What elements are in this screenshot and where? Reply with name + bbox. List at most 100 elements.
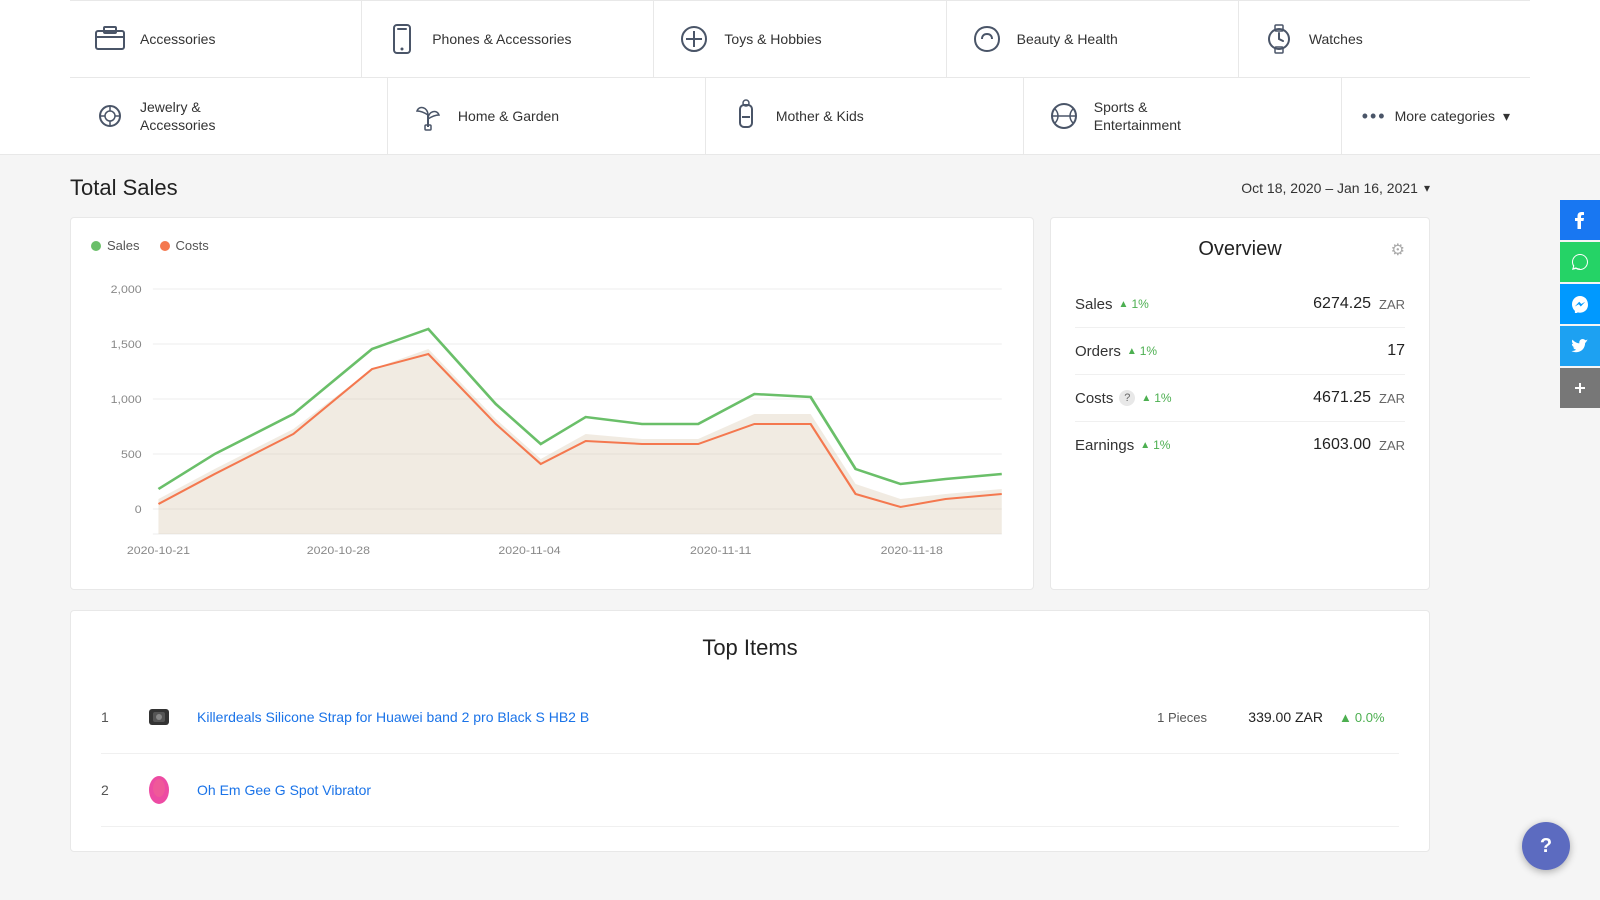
legend-costs-label: Costs xyxy=(176,238,209,253)
mother-icon xyxy=(726,96,766,136)
social-sidebar xyxy=(1560,200,1600,408)
svg-text:1,000: 1,000 xyxy=(111,394,142,406)
overview-costs-right: 4671.25 ZAR xyxy=(1313,389,1405,407)
garden-label: Home & Garden xyxy=(458,107,559,125)
sports-label: Sports &Entertainment xyxy=(1094,98,1181,134)
item-name[interactable]: Killerdeals Silicone Strap for Huawei ba… xyxy=(197,709,1111,725)
category-sports[interactable]: Sports &Entertainment xyxy=(1024,78,1342,154)
orders-trend: ▲ 1% xyxy=(1127,344,1157,358)
item-pieces: 1 Pieces xyxy=(1127,710,1207,725)
beauty-label: Beauty & Health xyxy=(1017,30,1118,48)
sports-icon xyxy=(1044,96,1084,136)
watches-label: Watches xyxy=(1309,30,1363,48)
item-change-arrow: ▲ xyxy=(1339,710,1352,725)
overview-card: Overview ⚙ Sales ▲ 1% 6274.25 ZAR xyxy=(1050,217,1430,590)
top-item-row: 2 Oh Em Gee G Spot Vibrator xyxy=(101,754,1399,827)
chart-legend: Sales Costs xyxy=(91,238,1013,253)
top-item-row: 1 Killerdeals Silicone Strap for Huawei … xyxy=(101,681,1399,754)
svg-text:0: 0 xyxy=(135,504,142,516)
sales-chart-card: Sales Costs 2,000 1 xyxy=(70,217,1034,590)
help-button[interactable]: ? xyxy=(1522,822,1570,870)
category-watches[interactable]: Watches xyxy=(1239,1,1530,77)
category-phones[interactable]: Phones & Accessories xyxy=(362,1,654,77)
svg-text:2020-10-21: 2020-10-21 xyxy=(127,545,190,557)
overview-row-costs: Costs ? ▲ 1% 4671.25 ZAR xyxy=(1075,375,1405,422)
top-items-title: Top Items xyxy=(101,635,1399,661)
legend-sales-label: Sales xyxy=(107,238,140,253)
svg-text:2,000: 2,000 xyxy=(111,284,142,296)
top-items-card: Top Items 1 Killerdeals Silicone Strap f… xyxy=(70,610,1430,852)
overview-row-orders: Orders ▲ 1% 17 xyxy=(1075,328,1405,375)
categories-bar: Accessories Phones & Accessories Toys & … xyxy=(0,0,1600,155)
date-range-text: Oct 18, 2020 – Jan 16, 2021 xyxy=(1241,180,1418,196)
item-rank: 2 xyxy=(101,782,121,798)
category-accessories[interactable]: Accessories xyxy=(70,1,362,77)
more-categories-btn[interactable]: ••• More categories ▾ xyxy=(1342,78,1530,154)
category-mother-kids[interactable]: Mother & Kids xyxy=(706,78,1024,154)
date-range-chevron: ▾ xyxy=(1424,181,1430,195)
chart-svg: 2,000 1,500 1,000 500 0 2020-10-21 2020-… xyxy=(91,269,1013,569)
mother-label: Mother & Kids xyxy=(776,107,864,125)
accessories-icon xyxy=(90,19,130,59)
category-beauty[interactable]: Beauty & Health xyxy=(947,1,1239,77)
svg-text:2020-11-18: 2020-11-18 xyxy=(881,545,943,557)
category-toys[interactable]: Toys & Hobbies xyxy=(654,1,946,77)
beauty-icon xyxy=(967,19,1007,59)
chart-area: 2,000 1,500 1,000 500 0 2020-10-21 2020-… xyxy=(91,269,1013,569)
facebook-button[interactable] xyxy=(1560,200,1600,240)
more-chevron-icon: ▾ xyxy=(1503,108,1510,125)
legend-sales: Sales xyxy=(91,238,140,253)
item-image xyxy=(137,695,181,739)
garden-icon xyxy=(408,96,448,136)
svg-text:500: 500 xyxy=(121,449,142,461)
overview-row-sales: Sales ▲ 1% 6274.25 ZAR xyxy=(1075,281,1405,328)
overview-title: Overview ⚙ xyxy=(1075,238,1405,261)
sales-trend: ▲ 1% xyxy=(1119,297,1149,311)
charts-overview-section: Sales Costs 2,000 1 xyxy=(70,217,1430,590)
twitter-button[interactable] xyxy=(1560,326,1600,366)
overview-earnings-label: Earnings ▲ 1% xyxy=(1075,437,1170,454)
phones-icon xyxy=(382,19,422,59)
item-change: ▲ 0.0% xyxy=(1339,710,1399,725)
jewelry-icon xyxy=(90,96,130,136)
overview-costs-label: Costs ? ▲ 1% xyxy=(1075,390,1172,407)
item-name-2[interactable]: Oh Em Gee G Spot Vibrator xyxy=(197,782,1399,798)
overview-gear-icon[interactable]: ⚙ xyxy=(1391,240,1405,260)
total-sales-title: Total Sales xyxy=(70,175,178,201)
category-jewelry[interactable]: Jewelry &Accessories xyxy=(70,78,388,154)
costs-help-icon[interactable]: ? xyxy=(1119,390,1135,406)
accessories-label: Accessories xyxy=(140,30,215,48)
toys-label: Toys & Hobbies xyxy=(724,30,821,48)
overview-earnings-right: 1603.00 ZAR xyxy=(1313,436,1405,454)
jewelry-label: Jewelry &Accessories xyxy=(140,98,215,134)
category-garden[interactable]: Home & Garden xyxy=(388,78,706,154)
sales-dot xyxy=(91,241,101,251)
more-categories-label: More categories xyxy=(1395,108,1495,124)
overview-sales-right: 6274.25 ZAR xyxy=(1313,295,1405,313)
watches-icon xyxy=(1259,19,1299,59)
overview-orders-right: 17 xyxy=(1387,342,1405,360)
share-plus-button[interactable] xyxy=(1560,368,1600,408)
item-price: 339.00 ZAR xyxy=(1223,709,1323,725)
costs-dot xyxy=(160,241,170,251)
phones-label: Phones & Accessories xyxy=(432,30,571,48)
svg-text:1,500: 1,500 xyxy=(111,339,142,351)
date-range-picker[interactable]: Oct 18, 2020 – Jan 16, 2021 ▾ xyxy=(1241,180,1430,196)
overview-row-earnings: Earnings ▲ 1% 1603.00 ZAR xyxy=(1075,422,1405,468)
categories-row-1: Accessories Phones & Accessories Toys & … xyxy=(70,0,1530,77)
costs-trend: ▲ 1% xyxy=(1141,391,1171,405)
whatsapp-button[interactable] xyxy=(1560,242,1600,282)
item-image-2 xyxy=(137,768,181,812)
svg-text:2020-11-11: 2020-11-11 xyxy=(690,545,751,557)
toys-icon xyxy=(674,19,714,59)
earnings-trend: ▲ 1% xyxy=(1140,438,1170,452)
svg-text:2020-10-28: 2020-10-28 xyxy=(307,545,370,557)
help-label: ? xyxy=(1540,835,1552,858)
svg-text:2020-11-04: 2020-11-04 xyxy=(498,545,561,557)
item-rank: 1 xyxy=(101,709,121,725)
overview-orders-label: Orders ▲ 1% xyxy=(1075,343,1157,360)
messenger-button[interactable] xyxy=(1560,284,1600,324)
total-sales-header: Total Sales Oct 18, 2020 – Jan 16, 2021 … xyxy=(70,175,1430,201)
more-dots-icon: ••• xyxy=(1362,106,1387,127)
overview-sales-label: Sales ▲ 1% xyxy=(1075,296,1149,313)
